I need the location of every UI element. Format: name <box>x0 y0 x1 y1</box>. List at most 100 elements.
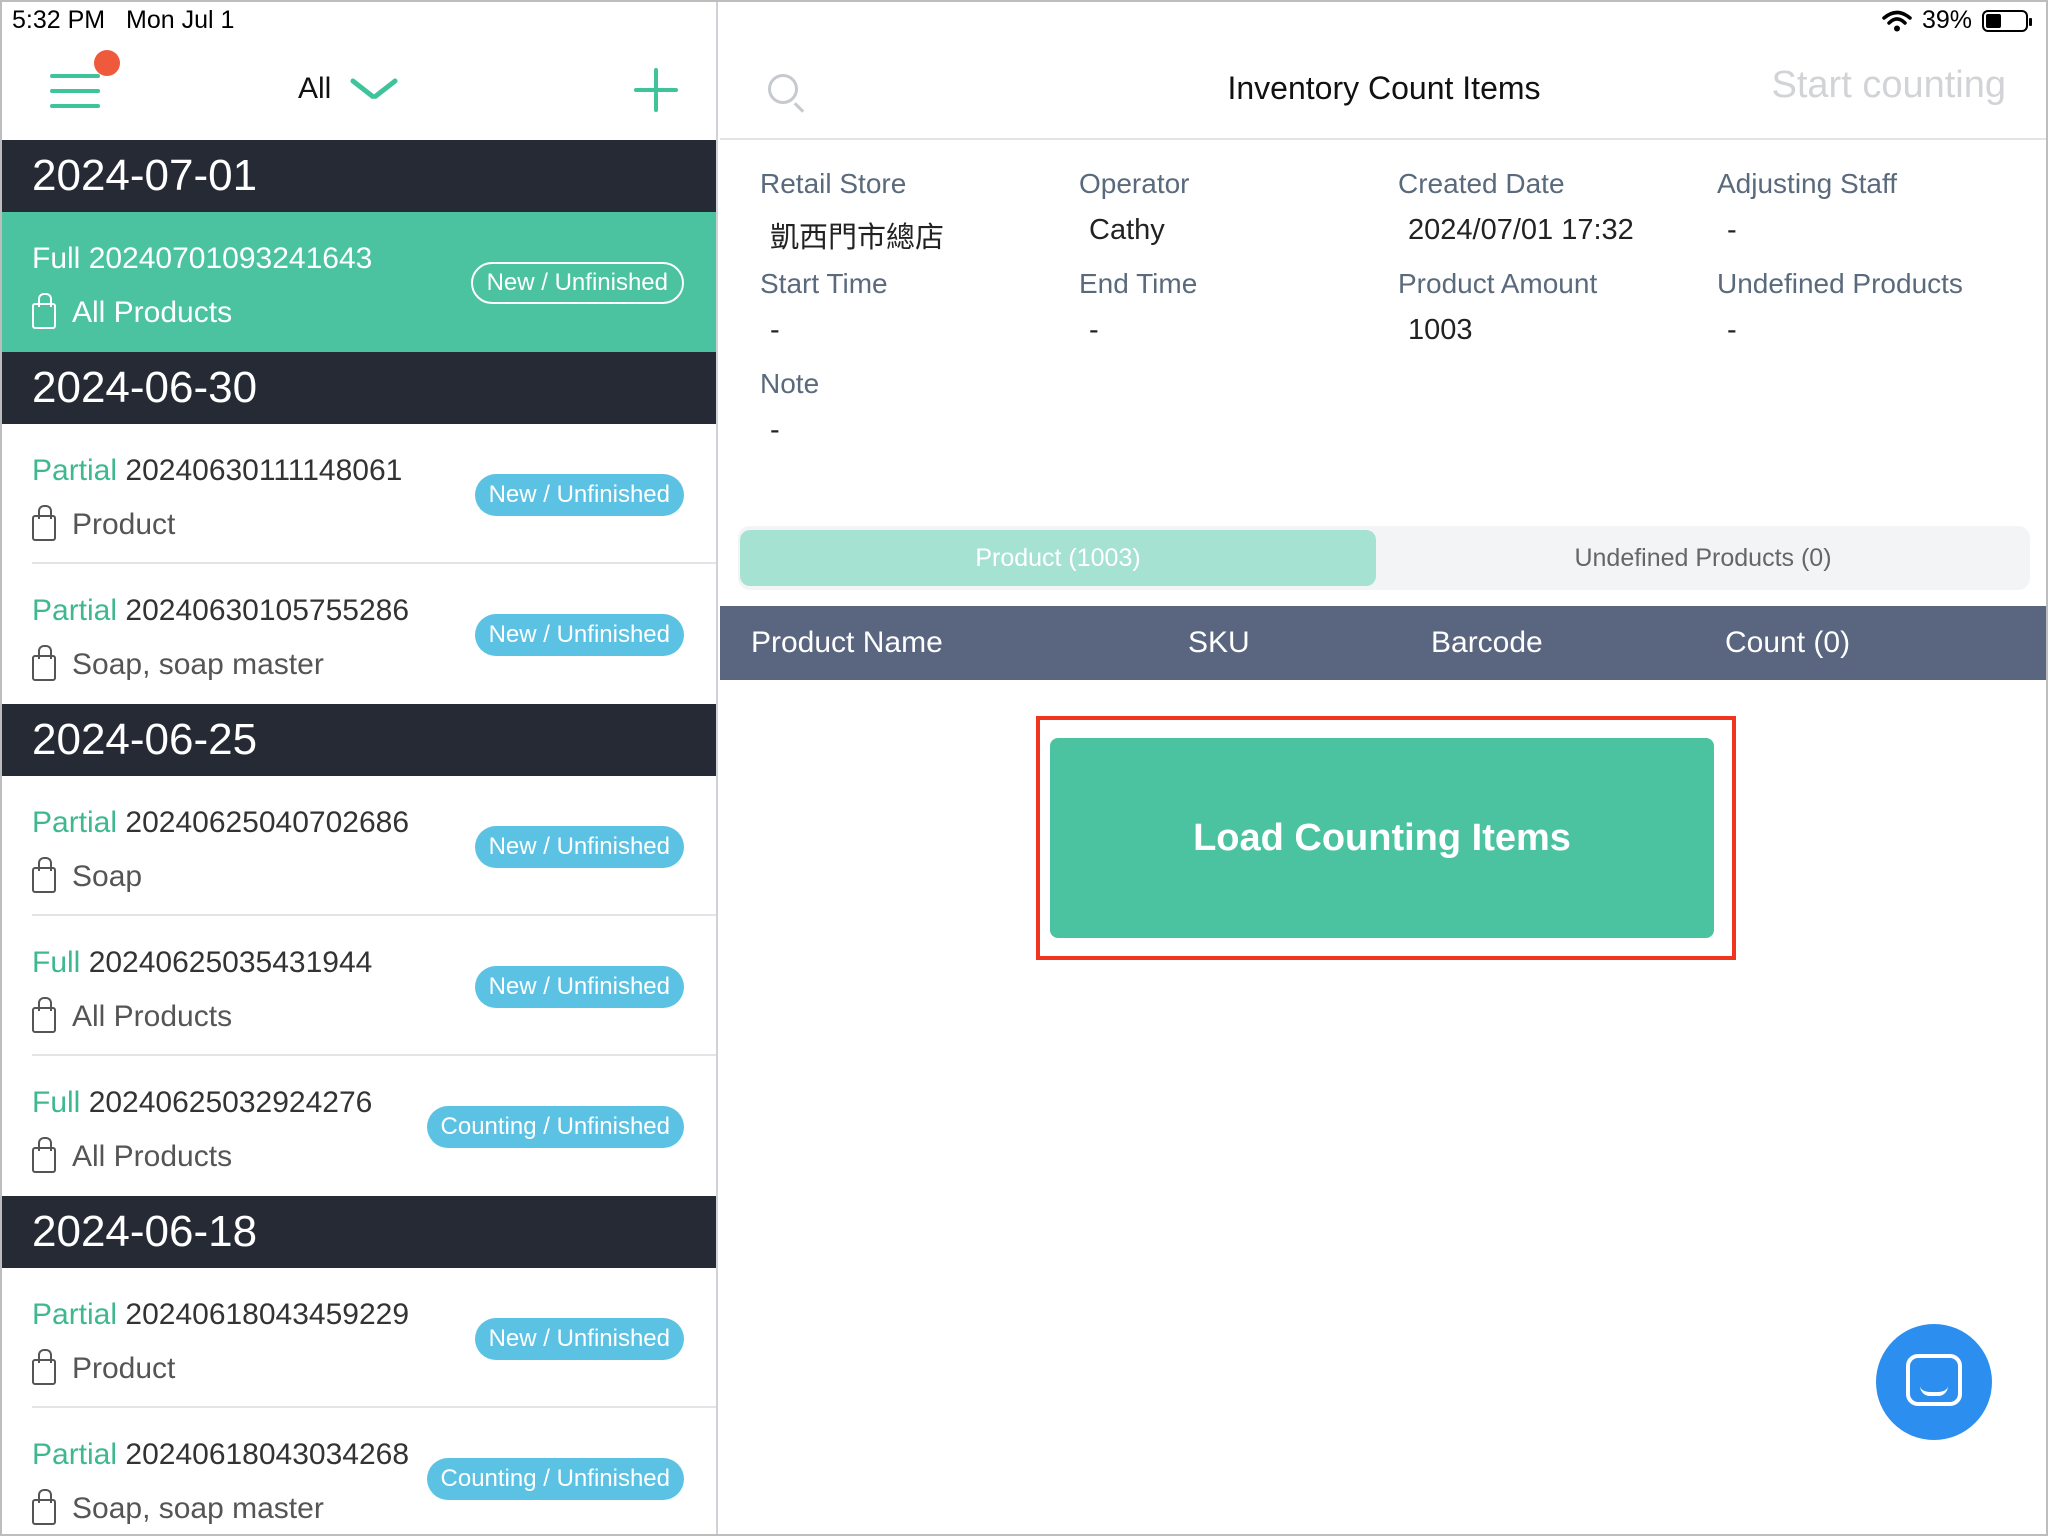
count-id: 20240630105755286 <box>125 594 410 627</box>
count-scope: All Products <box>32 293 232 330</box>
count-type: Partial <box>32 454 118 487</box>
count-type: Partial <box>32 806 118 839</box>
shopping-bag-icon <box>32 645 56 681</box>
count-title: Full 20240625032924276 <box>32 1086 372 1120</box>
count-list-item[interactable]: Partial 20240618043034268 Soap, soap mast… <box>0 1408 716 1536</box>
start-time-value: - <box>770 314 780 346</box>
count-scope-label: Product <box>72 508 176 541</box>
note-label: Note <box>760 368 820 399</box>
column-sku: SKU <box>1188 626 1250 659</box>
retail-store-label: Retail Store <box>760 168 907 199</box>
retail-store-field: Retail Store 凱西門市總店 <box>760 168 1080 256</box>
count-type: Full <box>32 946 81 979</box>
count-id: 20240701093241643 <box>88 242 373 275</box>
chat-icon <box>1906 1354 1962 1406</box>
count-title: Partial 20240618043459229 <box>32 1298 409 1332</box>
note-field: Note - <box>760 368 1080 447</box>
tab-undefined-products[interactable]: Undefined Products (0) <box>1378 530 2028 586</box>
count-list-item[interactable]: Full 20240625035431944 All Products New / … <box>0 916 716 1056</box>
date-section-header: 2024-06-25 <box>0 704 716 776</box>
product-amount-label: Product Amount <box>1398 268 1598 299</box>
count-scope-label: Soap, soap master <box>72 648 324 681</box>
end-time-label: End Time <box>1079 268 1198 299</box>
count-title: Partial 20240630105755286 <box>32 594 409 628</box>
count-title: Partial 20240625040702686 <box>32 806 409 840</box>
adjusting-staff-field: Adjusting Staff - <box>1717 168 2037 247</box>
retail-store-value: 凱西門市總店 <box>770 222 945 254</box>
date-section-header: 2024-06-18 <box>0 1196 716 1268</box>
shopping-bag-icon <box>32 1489 56 1525</box>
status-badge: New / Unfinished <box>474 614 684 656</box>
end-time-field: End Time - <box>1079 268 1399 347</box>
count-list-item[interactable]: Partial 20240630111148061 Product New / Un… <box>0 424 716 564</box>
count-list-item[interactable]: Partial 20240618043459229 Product New / Un… <box>0 1268 716 1408</box>
count-scope: Soap, soap master <box>32 1489 324 1526</box>
load-counting-items-button[interactable]: Load Counting Items <box>1050 738 1714 938</box>
count-scope-label: All Products <box>72 1000 233 1033</box>
status-badge: New / Unfinished <box>474 826 684 868</box>
count-scope: Soap, soap master <box>32 645 324 682</box>
shopping-bag-icon <box>32 505 56 541</box>
created-date-value: 2024/07/01 17:32 <box>1408 214 1634 246</box>
start-time-label: Start Time <box>760 268 888 299</box>
column-count: Count (0) <box>1725 626 1851 659</box>
count-list-pane: All 2024-07-01 Full 20240701093241643 All … <box>0 0 718 1536</box>
created-date-label: Created Date <box>1398 168 1565 199</box>
table-header: Product Name SKU Barcode Count (0) <box>720 606 2048 680</box>
shopping-bag-icon <box>32 857 56 893</box>
count-list-item[interactable]: Partial 20240625040702686 Soap New / Unfin… <box>0 776 716 916</box>
undefined-products-label: Undefined Products <box>1717 268 1963 299</box>
count-title: Full 20240701093241643 <box>32 242 372 276</box>
start-time-field: Start Time - <box>760 268 1080 347</box>
count-title: Partial 20240630111148061 <box>32 454 402 488</box>
count-list-item[interactable]: Partial 20240630105755286 Soap, soap mast… <box>0 564 716 704</box>
operator-label: Operator <box>1079 168 1190 199</box>
count-id: 20240618043034268 <box>125 1438 410 1471</box>
count-id: 20240625035431944 <box>88 946 373 979</box>
operator-value: Cathy <box>1089 214 1165 246</box>
date-section-header: 2024-07-01 <box>0 140 716 212</box>
adjusting-staff-value: - <box>1727 214 1737 246</box>
column-barcode: Barcode <box>1431 626 1543 659</box>
notification-dot <box>94 50 120 76</box>
date-section-header: 2024-06-30 <box>0 352 716 424</box>
count-id: 20240625040702686 <box>125 806 410 839</box>
count-type: Partial <box>32 1438 118 1471</box>
count-type: Full <box>32 242 81 275</box>
chat-button[interactable] <box>1876 1324 1992 1440</box>
filter-dropdown[interactable]: All <box>298 72 397 106</box>
count-type: Partial <box>32 594 118 627</box>
status-badge: Counting / Unfinished <box>426 1458 684 1500</box>
created-date-field: Created Date 2024/07/01 17:32 <box>1398 168 1718 247</box>
shopping-bag-icon <box>32 997 56 1033</box>
tab-product[interactable]: Product (1003) <box>740 530 1376 586</box>
status-badge: Counting / Unfinished <box>426 1106 684 1148</box>
menu-icon[interactable] <box>50 74 100 108</box>
operator-field: Operator Cathy <box>1079 168 1399 247</box>
count-scope: All Products <box>32 1137 233 1174</box>
add-count-button[interactable] <box>634 68 678 112</box>
count-id: 20240630111148061 <box>125 454 403 487</box>
count-scope-label: Product <box>72 1352 176 1385</box>
filter-label: All <box>298 72 332 105</box>
count-list-item[interactable]: Full 20240625032924276 All Products Counti… <box>0 1056 716 1196</box>
count-scope-label: All Products <box>72 1140 233 1173</box>
status-badge: New / Unfinished <box>470 262 684 304</box>
count-scope: Soap <box>32 857 142 894</box>
note-value: - <box>770 414 780 446</box>
count-type: Partial <box>32 1298 118 1331</box>
count-scope: All Products <box>32 997 233 1034</box>
count-id: 20240625032924276 <box>88 1086 373 1119</box>
status-badge: New / Unfinished <box>474 1318 684 1360</box>
count-list-item[interactable]: Full 20240701093241643 All Products New / … <box>0 212 716 352</box>
product-amount-value: 1003 <box>1408 314 1473 346</box>
count-scope: Product <box>32 1349 176 1386</box>
status-badge: New / Unfinished <box>474 966 684 1008</box>
undefined-products-field: Undefined Products - <box>1717 268 2037 347</box>
count-list: 2024-07-01 Full 20240701093241643 All Prod… <box>0 140 716 1536</box>
end-time-value: - <box>1089 314 1099 346</box>
start-counting-button[interactable]: Start counting <box>1772 64 2006 107</box>
chevron-down-icon <box>351 75 397 103</box>
count-scope: Product <box>32 505 176 542</box>
detail-pane: Inventory Count Items Start counting Ret… <box>720 0 2048 1536</box>
